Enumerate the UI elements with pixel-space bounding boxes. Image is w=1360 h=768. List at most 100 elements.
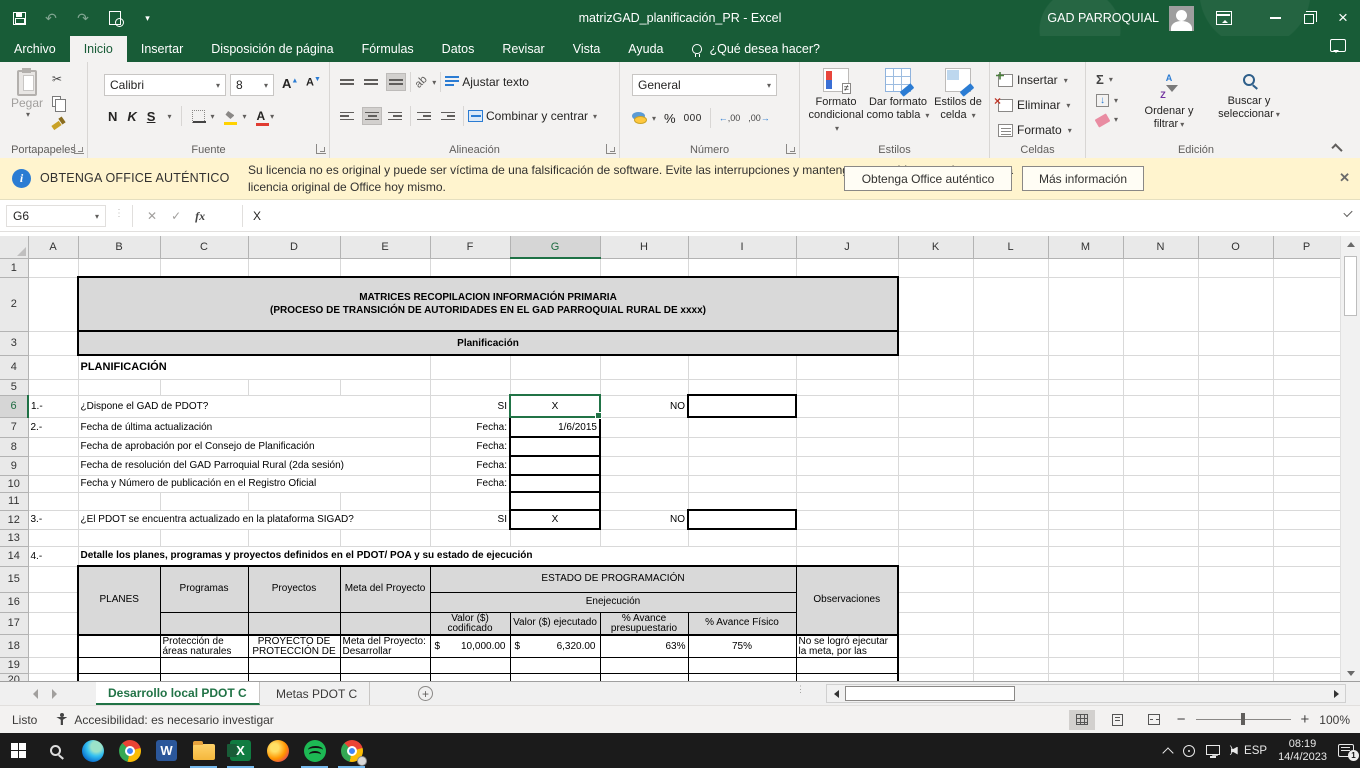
column-header[interactable]: P [1273, 236, 1340, 258]
table-cell-valor-ejecutado[interactable]: $6,320.00 [510, 635, 600, 658]
row-header[interactable]: 15 [0, 566, 28, 592]
column-header[interactable]: L [973, 236, 1048, 258]
cell[interactable] [1198, 635, 1273, 658]
cell[interactable] [340, 379, 430, 395]
delete-cells-button[interactable]: Eliminar ▾ [998, 98, 1070, 112]
cell[interactable] [28, 456, 78, 475]
cell[interactable] [1048, 331, 1123, 355]
column-header[interactable]: E [340, 236, 430, 258]
cell[interactable] [1273, 546, 1340, 566]
taskbar-word[interactable]: W [148, 733, 185, 768]
cell[interactable] [28, 331, 78, 355]
increase-indent-button[interactable] [439, 107, 459, 125]
column-header[interactable]: C [160, 236, 248, 258]
undo-button[interactable]: ↶ [42, 9, 60, 27]
cell[interactable] [600, 456, 688, 475]
tab-insertar[interactable]: Insertar [127, 36, 197, 62]
row-header[interactable]: 10 [0, 475, 28, 492]
comma-style-button[interactable]: 000 [684, 113, 702, 124]
fill-color-button[interactable]: ▾ [224, 111, 246, 121]
cell[interactable] [1123, 566, 1198, 592]
cell[interactable] [1123, 475, 1198, 492]
cell[interactable] [510, 355, 600, 379]
save-button[interactable] [10, 9, 28, 27]
row-header[interactable]: 1 [0, 258, 28, 277]
column-header[interactable]: J [796, 236, 898, 258]
number-format-select[interactable]: General ▾ [632, 74, 777, 96]
row-header[interactable]: 13 [0, 529, 28, 546]
cell[interactable] [688, 417, 796, 437]
cell[interactable] [898, 258, 973, 277]
cell[interactable] [688, 492, 796, 510]
cell[interactable] [898, 657, 973, 673]
taskbar-excel-active[interactable]: X [222, 733, 259, 768]
cell[interactable] [600, 437, 688, 456]
cell[interactable] [688, 379, 796, 395]
more-info-button[interactable]: Más información [1022, 166, 1144, 191]
start-button[interactable] [0, 733, 37, 768]
cell[interactable] [796, 395, 898, 417]
clock[interactable]: 08:19 14/4/2023 [1278, 738, 1327, 764]
scroll-left-button[interactable] [829, 687, 843, 700]
cell[interactable] [973, 510, 1048, 529]
horizontal-scrollbar[interactable] [826, 684, 1346, 703]
cell[interactable] [973, 492, 1048, 510]
cell[interactable] [430, 355, 510, 379]
table-header-empty[interactable] [248, 612, 340, 635]
cell[interactable] [973, 379, 1048, 395]
cell[interactable] [600, 258, 688, 277]
cell[interactable] [1123, 612, 1198, 635]
no-label-cell[interactable]: NO [600, 510, 688, 529]
account-name[interactable]: GAD PARROQUIAL [1047, 11, 1159, 25]
insert-cells-button[interactable]: Insertar ▾ [998, 73, 1068, 87]
cell[interactable] [688, 456, 796, 475]
cell[interactable] [510, 258, 600, 277]
cell[interactable] [1273, 492, 1340, 510]
underline-button[interactable]: S [147, 109, 156, 124]
cell[interactable] [1123, 258, 1198, 277]
clear-button[interactable]: ▾ [1096, 114, 1118, 125]
cell[interactable] [973, 566, 1048, 592]
cell[interactable] [28, 379, 78, 395]
name-box[interactable]: G6 ▾ [6, 205, 106, 227]
percent-style-button[interactable]: % [664, 111, 676, 126]
tab-disposicion[interactable]: Disposición de página [197, 36, 347, 62]
splitter-handle-icon[interactable]: ⋮ [796, 687, 804, 692]
cell[interactable] [796, 673, 898, 681]
row-header[interactable]: 14 [0, 546, 28, 566]
taskbar-chrome[interactable] [111, 733, 148, 768]
cell[interactable] [1198, 277, 1273, 331]
cell[interactable] [600, 417, 688, 437]
cell[interactable] [600, 492, 688, 510]
cell[interactable] [1273, 566, 1340, 592]
dialog-launcher-icon[interactable] [316, 144, 326, 154]
cell[interactable] [1123, 510, 1198, 529]
row-header[interactable]: 12 [0, 510, 28, 529]
row-header[interactable]: 9 [0, 456, 28, 475]
fecha-label-cell[interactable]: Fecha: [430, 475, 510, 492]
column-header[interactable]: D [248, 236, 340, 258]
row-header[interactable]: 3 [0, 331, 28, 355]
cell[interactable] [28, 355, 78, 379]
sheet-nav-right-icon[interactable] [52, 689, 62, 699]
cell[interactable] [430, 673, 510, 681]
cell[interactable] [1048, 529, 1123, 546]
vertical-scrollbar[interactable] [1340, 236, 1360, 681]
align-left-button[interactable] [338, 107, 358, 125]
cell[interactable] [1198, 331, 1273, 355]
tab-inicio[interactable]: Inicio [70, 36, 127, 62]
font-name-select[interactable]: Calibri ▾ [104, 74, 226, 96]
column-header[interactable]: B [78, 236, 160, 258]
cell[interactable] [688, 437, 796, 456]
page-layout-view-button[interactable] [1105, 710, 1131, 730]
cell[interactable] [796, 510, 898, 529]
cell[interactable] [973, 635, 1048, 658]
cell[interactable] [28, 592, 78, 612]
cell[interactable] [796, 657, 898, 673]
cell[interactable] [1198, 475, 1273, 492]
cell[interactable] [1123, 657, 1198, 673]
row-header[interactable]: 4 [0, 355, 28, 379]
taskbar-edge[interactable] [74, 733, 111, 768]
cell[interactable] [898, 475, 973, 492]
cell[interactable] [898, 673, 973, 681]
